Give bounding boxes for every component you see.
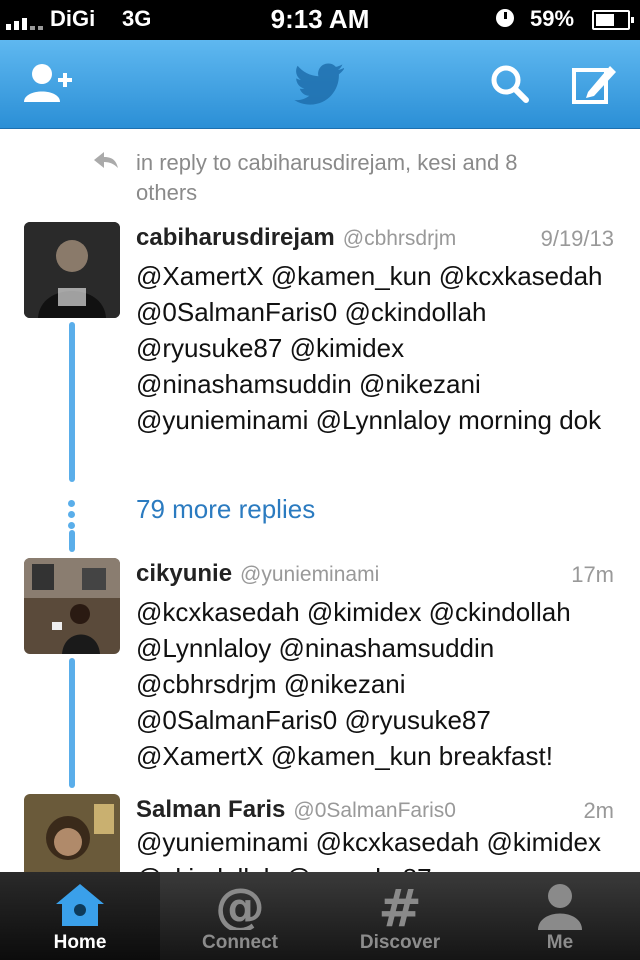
person-icon — [538, 884, 582, 930]
tab-connect[interactable]: @ Connect — [160, 872, 320, 960]
avatar[interactable] — [24, 222, 120, 318]
compose-icon — [572, 66, 616, 104]
add-user-icon — [24, 64, 72, 102]
thread-line — [69, 322, 75, 482]
search-button[interactable] — [482, 56, 538, 112]
tweet-author[interactable]: cabiharusdirejam @cbhrsdrjm — [136, 224, 456, 252]
status-bar: DiGi 3G 9:13 AM 59% — [0, 0, 640, 40]
avatar[interactable] — [24, 558, 120, 654]
more-replies-link[interactable]: 79 more replies — [136, 494, 315, 525]
twitter-logo — [290, 54, 350, 114]
reply-arrow-icon — [94, 152, 118, 168]
author-name: Salman Faris — [136, 796, 286, 823]
tweet-time: 2m — [583, 798, 614, 823]
tweet-time: 17m — [571, 562, 614, 587]
thread-dots — [68, 500, 75, 533]
avatar-photo — [24, 558, 120, 654]
at-icon: @ — [215, 880, 265, 930]
svg-text:#: # — [378, 880, 422, 930]
avatar-photo — [24, 794, 120, 872]
tab-me[interactable]: Me — [480, 872, 640, 960]
hash-icon: # — [378, 880, 422, 930]
battery-percent: 59% — [530, 6, 575, 31]
tab-label: Discover — [359, 932, 441, 953]
twitter-bird-icon — [294, 63, 344, 105]
tab-label: Connect — [202, 932, 278, 953]
tab-bar: Home @ Connect # Discover Me — [0, 872, 640, 960]
author-handle: @0SalmanFaris0 — [293, 799, 456, 822]
tweet-text: @yunieminami @kcxkasedah @kimidex @ckind… — [136, 827, 602, 872]
thread-line — [69, 658, 75, 788]
home-icon — [56, 884, 104, 926]
tweet[interactable]: Salman Faris @0SalmanFaris0 2m @yuniemina… — [0, 794, 640, 872]
tab-label: Home — [53, 932, 107, 953]
tweet-author[interactable]: Salman Faris @0SalmanFaris0 — [136, 796, 456, 824]
reply-context-text: in reply to cabiharusdirejam, kesi and 8… — [136, 150, 518, 205]
avatar-photo — [24, 222, 120, 318]
svg-text:@: @ — [215, 880, 265, 930]
author-handle: @cbhrsdrjm — [342, 227, 457, 250]
tab-label: Me — [546, 932, 574, 953]
tab-home[interactable]: Home — [0, 872, 160, 960]
avatar[interactable] — [24, 794, 120, 872]
author-name: cikyunie — [136, 560, 233, 587]
navigation-bar — [0, 40, 640, 129]
tweet-time: 9/19/13 — [540, 226, 614, 251]
tweet-text: @kcxkasedah @kimidex @ckindollah @Lynnla… — [136, 597, 571, 771]
add-user-button[interactable] — [20, 56, 76, 112]
search-icon — [491, 65, 529, 103]
author-name: cabiharusdirejam — [136, 224, 335, 251]
alarm-clock-icon — [496, 9, 514, 27]
compose-button[interactable] — [566, 56, 622, 112]
battery-icon — [592, 10, 634, 30]
tweet-author[interactable]: cikyunie @yunieminami — [136, 560, 379, 588]
tab-discover[interactable]: # Discover — [320, 872, 480, 960]
thread-line — [69, 530, 75, 552]
author-handle: @yunieminami — [240, 563, 380, 586]
tweet-text: @XamertX @kamen_kun @kcxkasedah @0Salman… — [136, 261, 603, 435]
